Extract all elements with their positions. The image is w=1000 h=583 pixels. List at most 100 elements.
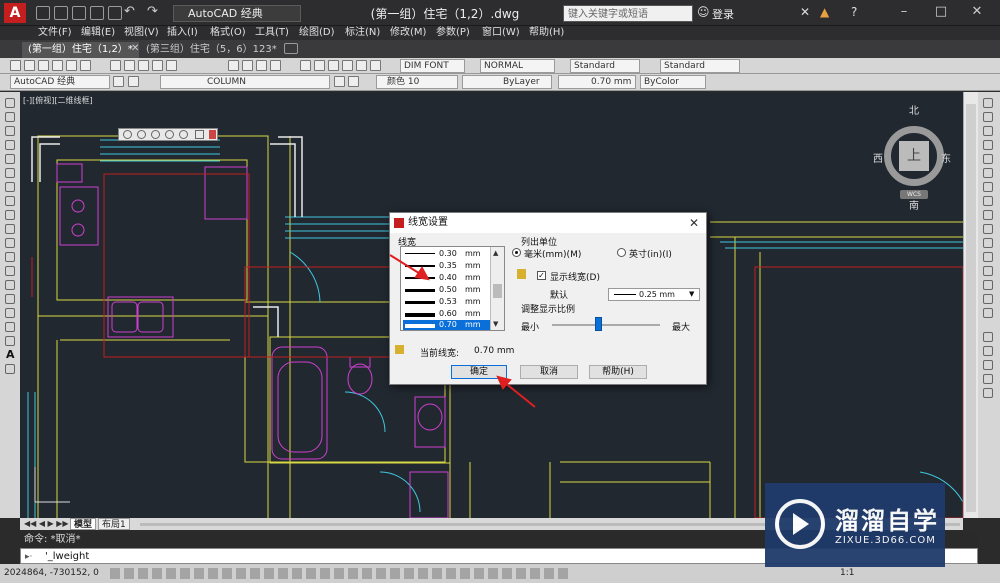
unit-in-radio[interactable] <box>617 248 626 257</box>
menu-tools[interactable]: 工具(T) <box>255 26 289 40</box>
layer-previous-icon[interactable] <box>348 76 359 87</box>
cut-icon[interactable] <box>110 60 121 71</box>
close-tab-icon[interactable]: ✕ <box>131 43 139 54</box>
close-window-button[interactable]: ✕ <box>966 4 988 19</box>
move-icon[interactable] <box>983 168 993 178</box>
erase-icon[interactable] <box>983 98 993 108</box>
open-file-icon[interactable] <box>54 6 68 20</box>
menu-edit[interactable]: 编辑(E) <box>81 26 115 40</box>
menu-parametric[interactable]: 参数(P) <box>436 26 470 40</box>
exchange-icon[interactable]: ✕ <box>800 5 810 19</box>
redo-icon[interactable]: ↷ <box>147 4 158 19</box>
new-tab-icon[interactable] <box>284 43 298 54</box>
undo-icon[interactable]: ↶ <box>124 4 135 19</box>
a360-icon[interactable]: ▲ <box>820 5 829 19</box>
orbit-icon[interactable] <box>195 130 204 139</box>
workspace-toolbar-select[interactable]: AutoCAD 经典 <box>10 75 110 89</box>
plot-icon[interactable] <box>52 60 63 71</box>
polyline-icon[interactable] <box>5 126 15 136</box>
viewcube-top-face[interactable]: 上 <box>899 141 929 171</box>
osnap-intersection-icon[interactable] <box>983 360 993 370</box>
markup-icon[interactable] <box>356 60 367 71</box>
ellipse-icon[interactable] <box>5 224 15 234</box>
revcloud-icon[interactable] <box>5 196 15 206</box>
text-style-select[interactable]: Standard <box>570 59 640 73</box>
point-icon[interactable] <box>5 280 15 290</box>
menu-view[interactable]: 视图(V) <box>124 26 159 40</box>
osnap-quadrant-icon[interactable] <box>983 388 993 398</box>
match-prop-icon[interactable] <box>152 60 163 71</box>
scale-icon[interactable] <box>983 196 993 206</box>
viewcube-south[interactable]: 南 <box>909 197 919 212</box>
display-lineweight-label[interactable]: 显示线宽(D) <box>550 270 600 283</box>
gradient-icon[interactable] <box>5 308 15 318</box>
lineweight-item[interactable]: 0.35 mm <box>403 261 491 271</box>
workspace-select[interactable]: AutoCAD 经典 <box>173 5 301 22</box>
drafting-toggles[interactable] <box>110 568 570 579</box>
zoom-window-nav-icon[interactable] <box>137 130 146 139</box>
mtext-icon[interactable]: A <box>6 348 15 361</box>
offset-icon[interactable] <box>983 140 993 150</box>
make-current-layer-icon[interactable] <box>334 76 345 87</box>
display-lineweight-checkbox[interactable]: ✓ <box>537 271 546 280</box>
open-icon[interactable] <box>24 60 35 71</box>
explode-icon[interactable] <box>983 308 993 318</box>
display-scale-slider-track[interactable] <box>552 324 660 326</box>
scroll-thumb[interactable] <box>966 104 976 512</box>
vertical-scrollbar[interactable] <box>963 92 978 518</box>
preview-icon[interactable] <box>66 60 77 71</box>
save-as-icon[interactable] <box>90 6 104 20</box>
tab-model[interactable]: 模型 <box>70 518 97 530</box>
zoom-window-icon[interactable] <box>256 60 267 71</box>
zoom-out-icon[interactable] <box>179 130 188 139</box>
paste-icon[interactable] <box>138 60 149 71</box>
design-center-icon[interactable] <box>314 60 325 71</box>
arc-icon[interactable] <box>5 168 15 178</box>
menu-insert[interactable]: 插入(I) <box>167 26 198 40</box>
hatch-icon[interactable] <box>5 294 15 304</box>
mirror-icon[interactable] <box>983 126 993 136</box>
save-tb-icon[interactable] <box>38 60 49 71</box>
save-icon[interactable] <box>72 6 86 20</box>
ok-button[interactable]: 确定 <box>451 365 507 379</box>
help-icon[interactable]: ? <box>851 5 857 19</box>
lineweight-item[interactable]: 0.50 mm <box>403 285 491 295</box>
extend-icon[interactable] <box>983 238 993 248</box>
block-editor-icon[interactable] <box>166 60 177 71</box>
unit-in-label[interactable]: 英寸(in)(I) <box>629 247 672 260</box>
properties-icon[interactable] <box>300 60 311 71</box>
color-select[interactable]: 颜色 10 <box>376 75 458 89</box>
print-icon[interactable] <box>108 6 122 20</box>
zoom-in-icon[interactable] <box>165 130 174 139</box>
table-style-select[interactable]: NORMAL <box>480 59 555 73</box>
viewcube-east[interactable]: 东 <box>941 150 951 165</box>
default-lineweight-select[interactable]: 0.25 mm ▼ <box>608 288 700 301</box>
login-link[interactable]: 登录 <box>712 6 734 22</box>
tool-palettes-icon[interactable] <box>328 60 339 71</box>
osnap-center-icon[interactable] <box>983 374 993 384</box>
search-input[interactable]: 键入关键字或短语 <box>563 5 693 22</box>
maximize-button[interactable]: □ <box>930 4 952 19</box>
fillet-icon[interactable] <box>983 294 993 304</box>
osnap-midpoint-icon[interactable] <box>983 346 993 356</box>
layer-select[interactable]: COLUMN <box>160 75 330 89</box>
autocad-logo-icon[interactable]: A <box>4 3 26 23</box>
qnew-icon[interactable] <box>10 60 21 71</box>
viewcube-west[interactable]: 西 <box>873 150 883 165</box>
ellipse-arc-icon[interactable] <box>5 238 15 248</box>
lineweight-list[interactable]: 0.30 mm 0.35 mm 0.40 mm 0.50 mm 0.53 mm 0.60 m… <box>400 246 505 331</box>
sheet-set-icon[interactable] <box>342 60 353 71</box>
viewcube[interactable]: 上 北 南 西 东 <box>873 106 953 212</box>
rectangle-icon[interactable] <box>5 154 15 164</box>
lineweight-item-selected[interactable]: 0.70 mm <box>403 320 491 330</box>
make-block-icon[interactable] <box>5 266 15 276</box>
zoom-extents-icon[interactable] <box>123 130 132 139</box>
rotate-icon[interactable] <box>983 182 993 192</box>
add-selected-icon[interactable] <box>5 364 15 374</box>
copy-obj-icon[interactable] <box>983 112 993 122</box>
lineweight-item[interactable]: 0.53 mm <box>403 297 491 307</box>
table-icon[interactable] <box>5 336 15 346</box>
tab-layout1[interactable]: 布局1 <box>98 518 130 530</box>
lineweight-list-scrollbar[interactable]: ▲ ▼ <box>490 247 504 330</box>
close-nav-icon[interactable] <box>209 130 216 139</box>
